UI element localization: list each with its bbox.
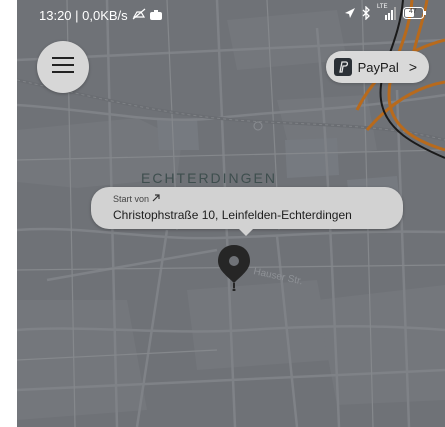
status-right: LTE 47 — [344, 4, 427, 23]
bluetooth-icon — [362, 5, 371, 23]
payment-method-button[interactable]: PayPal > — [325, 51, 429, 83]
camera-icon — [149, 8, 162, 23]
battery-level: 47 — [409, 8, 417, 15]
status-left: 13:20 | 0,0KB/s — [39, 8, 162, 23]
hamburger-menu-icon — [52, 56, 74, 78]
paypal-icon — [333, 58, 352, 76]
start-label: Start von — [113, 194, 150, 204]
start-address: Christophstraße 10, Leinfelden-Echterdin… — [113, 208, 352, 222]
signal-icon: LTE — [377, 4, 397, 23]
location-icon — [344, 7, 356, 22]
map-pin-icon[interactable] — [217, 243, 251, 292]
start-label-row: Start von — [113, 194, 160, 204]
time-network-readout: 13:20 | 0,0KB/s — [39, 8, 128, 23]
arrow-up-right-icon — [152, 194, 160, 204]
map-area-label: ECHTERDINGEN — [141, 170, 278, 186]
mute-icon — [132, 8, 146, 23]
menu-button[interactable] — [37, 41, 89, 93]
chevron-right-icon: > — [408, 59, 417, 75]
payment-method-label: PayPal — [357, 59, 399, 75]
battery-icon: 47 — [403, 6, 427, 23]
start-location-callout[interactable]: Start von Christophstraße 10, Leinfelden… — [91, 187, 403, 236]
status-bar: 13:20 | 0,0KB/s LTE 47 — [17, 0, 445, 28]
network-badge: LTE — [377, 4, 388, 10]
app-screen: Hauser Str. 13:20 | 0,0KB/s LTE 47 PayPa… — [17, 0, 445, 427]
